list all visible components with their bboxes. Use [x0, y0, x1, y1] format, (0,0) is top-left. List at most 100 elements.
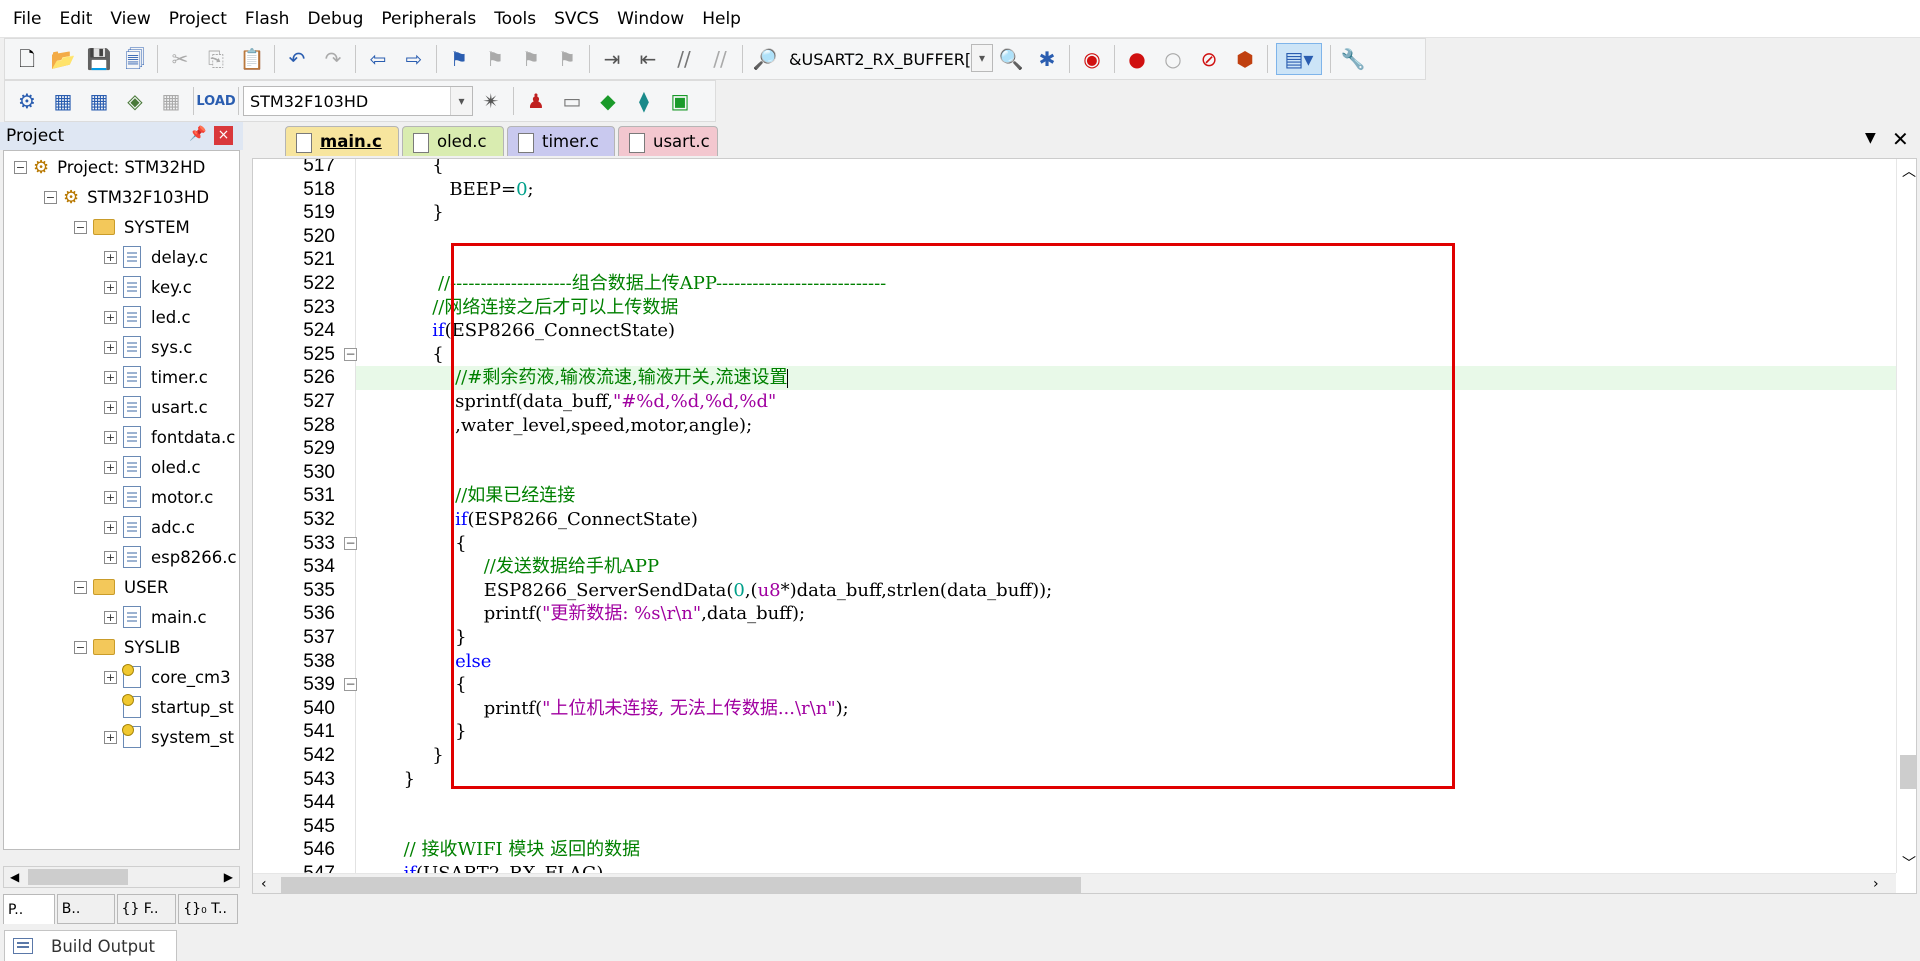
tree-node[interactable]: + main.c: [104, 603, 207, 631]
expand-icon[interactable]: +: [104, 550, 117, 564]
code-line[interactable]: 521: [253, 248, 1893, 272]
scroll-left-icon[interactable]: ‹: [261, 876, 267, 892]
manage-components-icon[interactable]: ▭: [558, 85, 586, 117]
build-output-tab[interactable]: Build Output: [4, 930, 177, 961]
code-line[interactable]: 531 //如果已经连接: [253, 484, 1893, 508]
menu-item-tools[interactable]: Tools: [485, 0, 545, 38]
scroll-up-icon[interactable]: ︿: [1902, 161, 1916, 181]
scroll-down-icon[interactable]: ﹀: [1902, 853, 1916, 873]
menu-item-help[interactable]: Help: [693, 0, 750, 38]
file-tab-timer-c[interactable]: timer.c: [507, 126, 615, 156]
tree-node[interactable]: − USER: [74, 573, 168, 601]
expand-icon[interactable]: +: [104, 430, 117, 444]
code-line[interactable]: 541 }: [253, 720, 1893, 744]
pack-installer-icon[interactable]: ◆: [594, 85, 622, 117]
code-line[interactable]: 520: [253, 225, 1893, 249]
cut-icon[interactable]: ✂: [166, 43, 194, 75]
code-line[interactable]: 530: [253, 461, 1893, 485]
save-all-icon[interactable]: 🗐: [121, 43, 149, 75]
build-icon[interactable]: ▦: [49, 85, 77, 117]
tree-node[interactable]: + usart.c: [104, 393, 208, 421]
books-tab[interactable]: B..: [56, 894, 115, 924]
code-line[interactable]: 523 //网络连接之后才可以上传数据: [253, 296, 1893, 320]
file-tab-oled-c[interactable]: oled.c: [402, 126, 504, 156]
collapse-icon[interactable]: −: [14, 160, 27, 174]
scrollbar-thumb[interactable]: [1900, 755, 1916, 789]
collapse-icon[interactable]: −: [74, 220, 87, 234]
tree-node[interactable]: + motor.c: [104, 483, 213, 511]
code-line[interactable]: 546 // 接收WIFI 模块 返回的数据: [253, 838, 1893, 862]
templates-tab[interactable]: {}₀ T..: [178, 894, 238, 924]
tree-node[interactable]: + fontdata.c: [104, 423, 235, 451]
insert-breakpoint-icon[interactable]: ●: [1123, 43, 1151, 75]
menu-item-flash[interactable]: Flash: [236, 0, 299, 38]
fold-toggle-icon[interactable]: −: [344, 678, 357, 692]
collapse-icon[interactable]: −: [74, 580, 87, 594]
bookmark-prev-icon[interactable]: ⚑: [481, 43, 509, 75]
bookmark-clear-icon[interactable]: ⚑: [553, 43, 581, 75]
menu-item-svcs[interactable]: SVCS: [545, 0, 608, 38]
chevron-down-icon[interactable]: ▾: [450, 87, 472, 115]
collapse-icon[interactable]: −: [44, 190, 57, 204]
find-icon[interactable]: 🔍: [997, 43, 1025, 75]
tree-node[interactable]: startup_st: [104, 693, 234, 721]
tree-node[interactable]: + sys.c: [104, 333, 192, 361]
code-line[interactable]: 519 }: [253, 201, 1893, 225]
code-line[interactable]: 527 sprintf(data_buff,"#%d,%d,%d,%d": [253, 390, 1893, 414]
close-tab-icon[interactable]: ✕: [1892, 127, 1909, 151]
code-line[interactable]: 524 if(ESP8266_ConnectState): [253, 319, 1893, 343]
code-line[interactable]: 529: [253, 437, 1893, 461]
code-line[interactable]: 522 //--------------------组合数据上传APP-----…: [253, 272, 1893, 296]
code-line[interactable]: 517 {: [253, 159, 1893, 178]
menu-item-file[interactable]: File: [4, 0, 50, 38]
code-line[interactable]: 540 printf("上位机未连接, 无法上传数据...\r\n");: [253, 697, 1893, 721]
project-tab[interactable]: P..: [3, 894, 55, 924]
stop-build-icon[interactable]: ▦: [157, 85, 185, 117]
vertical-scrollbar[interactable]: ︿ ﹀: [1896, 159, 1916, 873]
rebuild-icon[interactable]: ▦: [85, 85, 113, 117]
window-layout-icon[interactable]: ▤▾: [1276, 43, 1322, 75]
code-line[interactable]: 543 }: [253, 768, 1893, 792]
tabs-dropdown-icon[interactable]: ▼: [1865, 130, 1876, 146]
tree-node[interactable]: + oled.c: [104, 453, 201, 481]
find-in-files-icon[interactable]: 🔎: [751, 43, 779, 75]
undo-icon[interactable]: ↶: [283, 43, 311, 75]
menu-item-view[interactable]: View: [101, 0, 159, 38]
find-combo[interactable]: &USART2_RX_BUFFER[5] ▾: [783, 44, 993, 74]
close-icon[interactable]: ×: [214, 126, 233, 145]
tree-node[interactable]: + delay.c: [104, 243, 208, 271]
expand-icon[interactable]: +: [104, 730, 117, 744]
run-time-environment-icon[interactable]: ▣: [666, 85, 694, 117]
paste-icon[interactable]: 📋: [238, 43, 266, 75]
menu-item-peripherals[interactable]: Peripherals: [372, 0, 485, 38]
menu-item-edit[interactable]: Edit: [50, 0, 101, 38]
incremental-find-icon[interactable]: ✱: [1033, 43, 1061, 75]
expand-icon[interactable]: +: [104, 490, 117, 504]
batch-build-icon[interactable]: ◈: [121, 85, 149, 117]
code-editor[interactable]: 517 {518 BEEP=0; 519 } 520 521 522 //-------…: [252, 158, 1917, 894]
kill-all-breakpoints-icon[interactable]: ⬢: [1231, 43, 1259, 75]
comment-icon[interactable]: //: [670, 43, 698, 75]
tree-node[interactable]: + esp8266.c: [104, 543, 237, 571]
tree-node[interactable]: + key.c: [104, 273, 192, 301]
code-line[interactable]: 525− {: [253, 343, 1893, 367]
menu-item-project[interactable]: Project: [160, 0, 236, 38]
expand-icon[interactable]: +: [104, 310, 117, 324]
collapse-icon[interactable]: −: [74, 640, 87, 654]
copy-icon[interactable]: ⎘: [202, 43, 230, 75]
expand-icon[interactable]: +: [104, 460, 117, 474]
code-line[interactable]: 533− {: [253, 532, 1893, 556]
tree-horizontal-scrollbar[interactable]: ◀ ▶: [3, 866, 240, 888]
scrollbar-thumb[interactable]: [28, 869, 128, 885]
enable-breakpoint-icon[interactable]: ○: [1159, 43, 1187, 75]
target-select[interactable]: STM32F103HD ▾: [243, 86, 473, 116]
expand-icon[interactable]: +: [104, 250, 117, 264]
code-line[interactable]: 528 ,water_level,speed,motor,angle);: [253, 414, 1893, 438]
horizontal-scrollbar[interactable]: ‹ ›: [253, 873, 1896, 893]
file-tab-main-c[interactable]: main.c: [285, 126, 399, 156]
bookmark-toggle-icon[interactable]: ⚑: [445, 43, 473, 75]
menu-item-window[interactable]: Window: [608, 0, 693, 38]
code-line[interactable]: 544: [253, 791, 1893, 815]
redo-icon[interactable]: ↷: [319, 43, 347, 75]
tree-node[interactable]: + led.c: [104, 303, 191, 331]
